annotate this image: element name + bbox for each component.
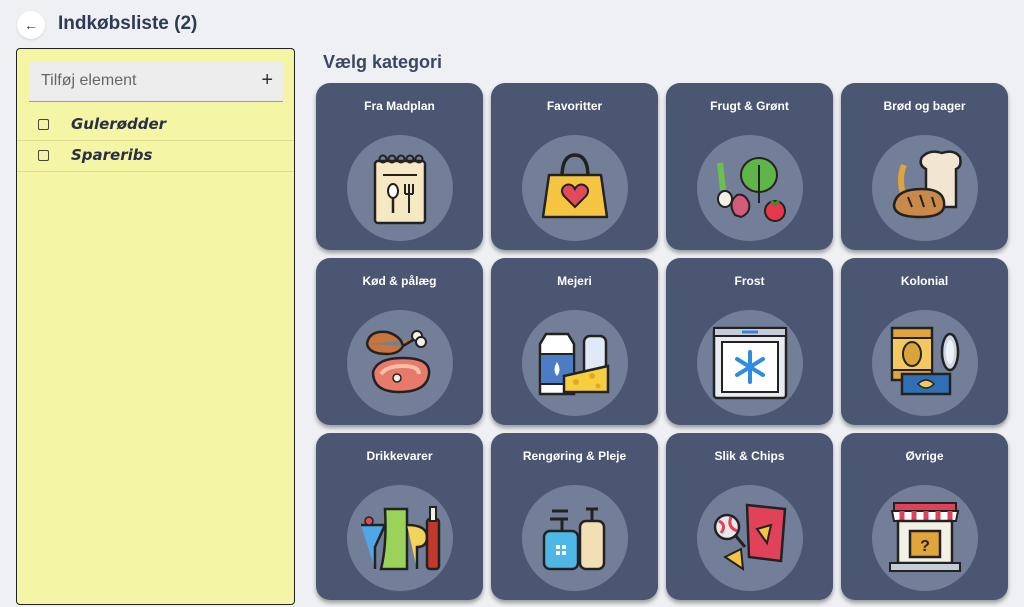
category-heading: Vælg kategori — [323, 52, 443, 72]
category-label: Brød og bager — [883, 99, 966, 113]
drinks-icon — [347, 485, 453, 591]
shop-icon: ? — [872, 485, 978, 591]
list-item[interactable]: Spareribs — [17, 141, 294, 172]
category-label: Rengøring & Pleje — [522, 449, 627, 463]
add-item-row: + — [29, 62, 283, 102]
meal-plan-notebook-icon — [347, 135, 453, 241]
category-broed-og-bager[interactable]: Brød og bager — [841, 83, 1008, 250]
category-label: Kolonial — [900, 274, 949, 288]
arrow-left-icon: ← — [24, 17, 38, 33]
item-checkbox[interactable] — [38, 150, 49, 161]
category-label: Mejeri — [557, 274, 592, 288]
list-item[interactable]: Gulerødder — [17, 110, 294, 141]
cleaning-bottles-icon — [522, 485, 628, 591]
svg-text:?: ? — [920, 538, 930, 555]
meat-icon — [347, 310, 453, 416]
item-label: Gulerødder — [71, 115, 167, 133]
shopping-list-panel: + Gulerødder Spareribs — [16, 48, 295, 605]
category-frost[interactable]: Frost — [666, 258, 833, 425]
candy-chips-icon — [697, 485, 803, 591]
item-label: Spareribs — [71, 146, 153, 164]
category-label: Kød & pålæg — [362, 274, 437, 288]
category-label: Slik & Chips — [714, 449, 785, 463]
category-kolonial[interactable]: Kolonial — [841, 258, 1008, 425]
category-label: Fra Madplan — [364, 99, 435, 113]
freezer-icon — [697, 310, 803, 416]
category-fra-madplan[interactable]: Fra Madplan — [316, 83, 483, 250]
category-label: Favoritter — [546, 99, 603, 113]
category-mejeri[interactable]: Mejeri — [491, 258, 658, 425]
canned-goods-icon — [872, 310, 978, 416]
category-label: Drikkevarer — [366, 449, 433, 463]
category-oevrige[interactable]: Øvrige ? — [841, 433, 1008, 600]
item-checkbox[interactable] — [38, 119, 49, 130]
bread-icon — [872, 135, 978, 241]
category-label: Frugt & Grønt — [710, 99, 789, 113]
category-label: Øvrige — [905, 449, 944, 463]
page-title: Indkøbsliste (2) — [58, 13, 198, 34]
category-slik-chips[interactable]: Slik & Chips — [666, 433, 833, 600]
plus-icon[interactable]: + — [261, 69, 273, 92]
category-drikkevarer[interactable]: Drikkevarer — [316, 433, 483, 600]
category-frugt-groent[interactable]: Frugt & Grønt — [666, 83, 833, 250]
category-favoritter[interactable]: Favoritter — [491, 83, 658, 250]
vegetables-icon — [697, 135, 803, 241]
favorite-bag-icon — [522, 135, 628, 241]
back-button[interactable]: ← — [17, 11, 45, 39]
dairy-icon — [522, 310, 628, 416]
add-item-input[interactable] — [29, 62, 251, 100]
category-label: Frost — [734, 274, 765, 288]
category-koed-paalaeg[interactable]: Kød & pålæg — [316, 258, 483, 425]
category-rengoering-pleje[interactable]: Rengøring & Pleje — [491, 433, 658, 600]
